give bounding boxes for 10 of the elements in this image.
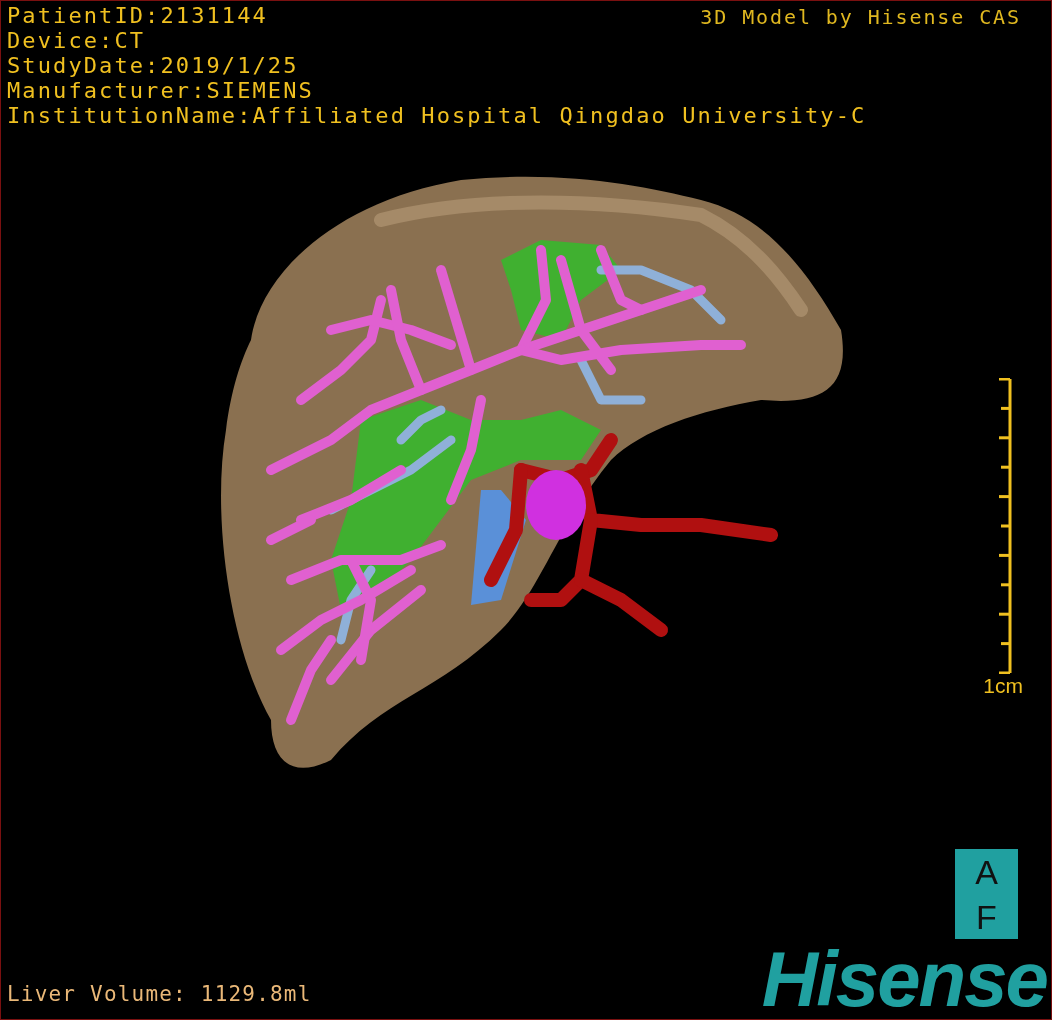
liver-volume-text: Liver Volume: 1129.8ml: [6, 981, 312, 1008]
model-title: 3D Model by Hisense CAS: [700, 4, 1021, 31]
dicom-info-text: InstitutionName:Affiliated Hospital Qingdao University-C: [7, 103, 867, 128]
brand-logo: Hisense: [761, 939, 1047, 1019]
dicom-info-text: StudyDate:2019/1/25: [7, 53, 299, 78]
orientation-cube[interactable]: A F: [955, 849, 1018, 939]
dicom-info-text: PatientID:2131144: [7, 3, 268, 28]
dicom-info-text: Device:CT: [7, 28, 146, 53]
dicom-info-text: Manufacturer:SIEMENS: [7, 78, 314, 103]
scale-label: 1cm: [983, 674, 1023, 698]
